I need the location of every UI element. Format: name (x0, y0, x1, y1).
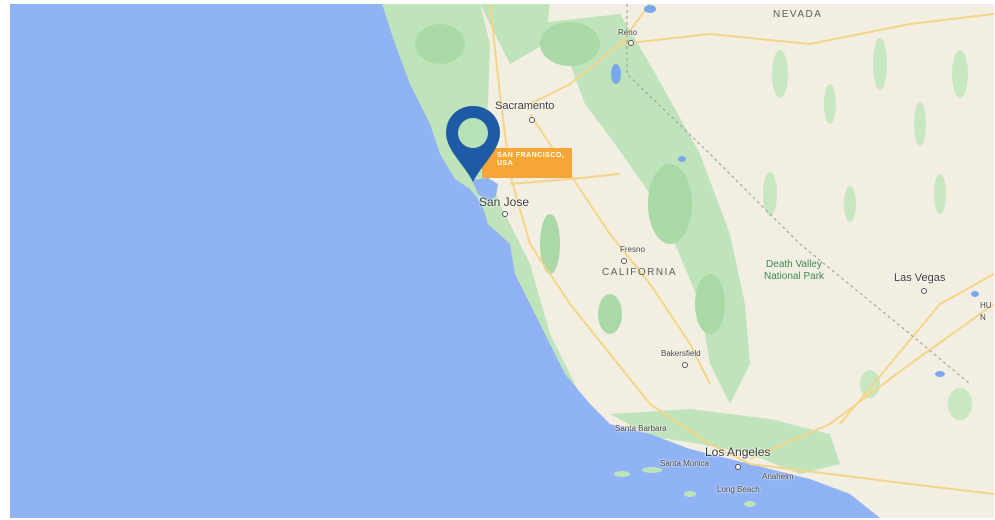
location-tag-line1: SAN FRANCISCO, (497, 152, 565, 159)
label-santa-barbara: Santa Barbara (615, 424, 667, 433)
label-las-vegas: Las Vegas (894, 272, 946, 284)
label-long-beach: Long Beach (717, 485, 760, 494)
label-edge-fragment-2: N (980, 313, 986, 322)
city-dot-reno (628, 40, 634, 46)
city-dot-bakersfield (682, 362, 688, 368)
label-death-valley: Death Valley National Park (764, 259, 824, 282)
label-reno: Reno (618, 28, 638, 37)
map-view[interactable]: NEVADA CALIFORNIA Reno Sacramento San Jo… (10, 4, 994, 518)
city-dot-sacramento (529, 117, 535, 123)
city-dot-las-vegas (921, 288, 927, 294)
label-death-valley-line2: National Park (764, 270, 825, 282)
label-anaheim: Anaheim (762, 472, 794, 481)
label-los-angeles: Los Angeles (705, 445, 771, 459)
label-sacramento: Sacramento (495, 100, 555, 112)
map-pin-icon[interactable] (444, 104, 502, 184)
label-santa-monica: Santa Monica (660, 459, 709, 468)
city-dot-fresno (621, 258, 627, 264)
label-death-valley-line1: Death Valley (766, 259, 822, 270)
label-bakersfield: Bakersfield (661, 349, 701, 358)
city-dot-san-jose (502, 211, 508, 217)
label-california: CALIFORNIA (602, 267, 678, 278)
label-san-jose: San Jose (479, 195, 530, 209)
label-nevada: NEVADA (773, 9, 823, 20)
city-dot-los-angeles (735, 464, 741, 470)
label-edge-fragment-1: HU (980, 301, 992, 310)
label-fresno: Fresno (620, 245, 645, 254)
map-base (10, 4, 994, 518)
